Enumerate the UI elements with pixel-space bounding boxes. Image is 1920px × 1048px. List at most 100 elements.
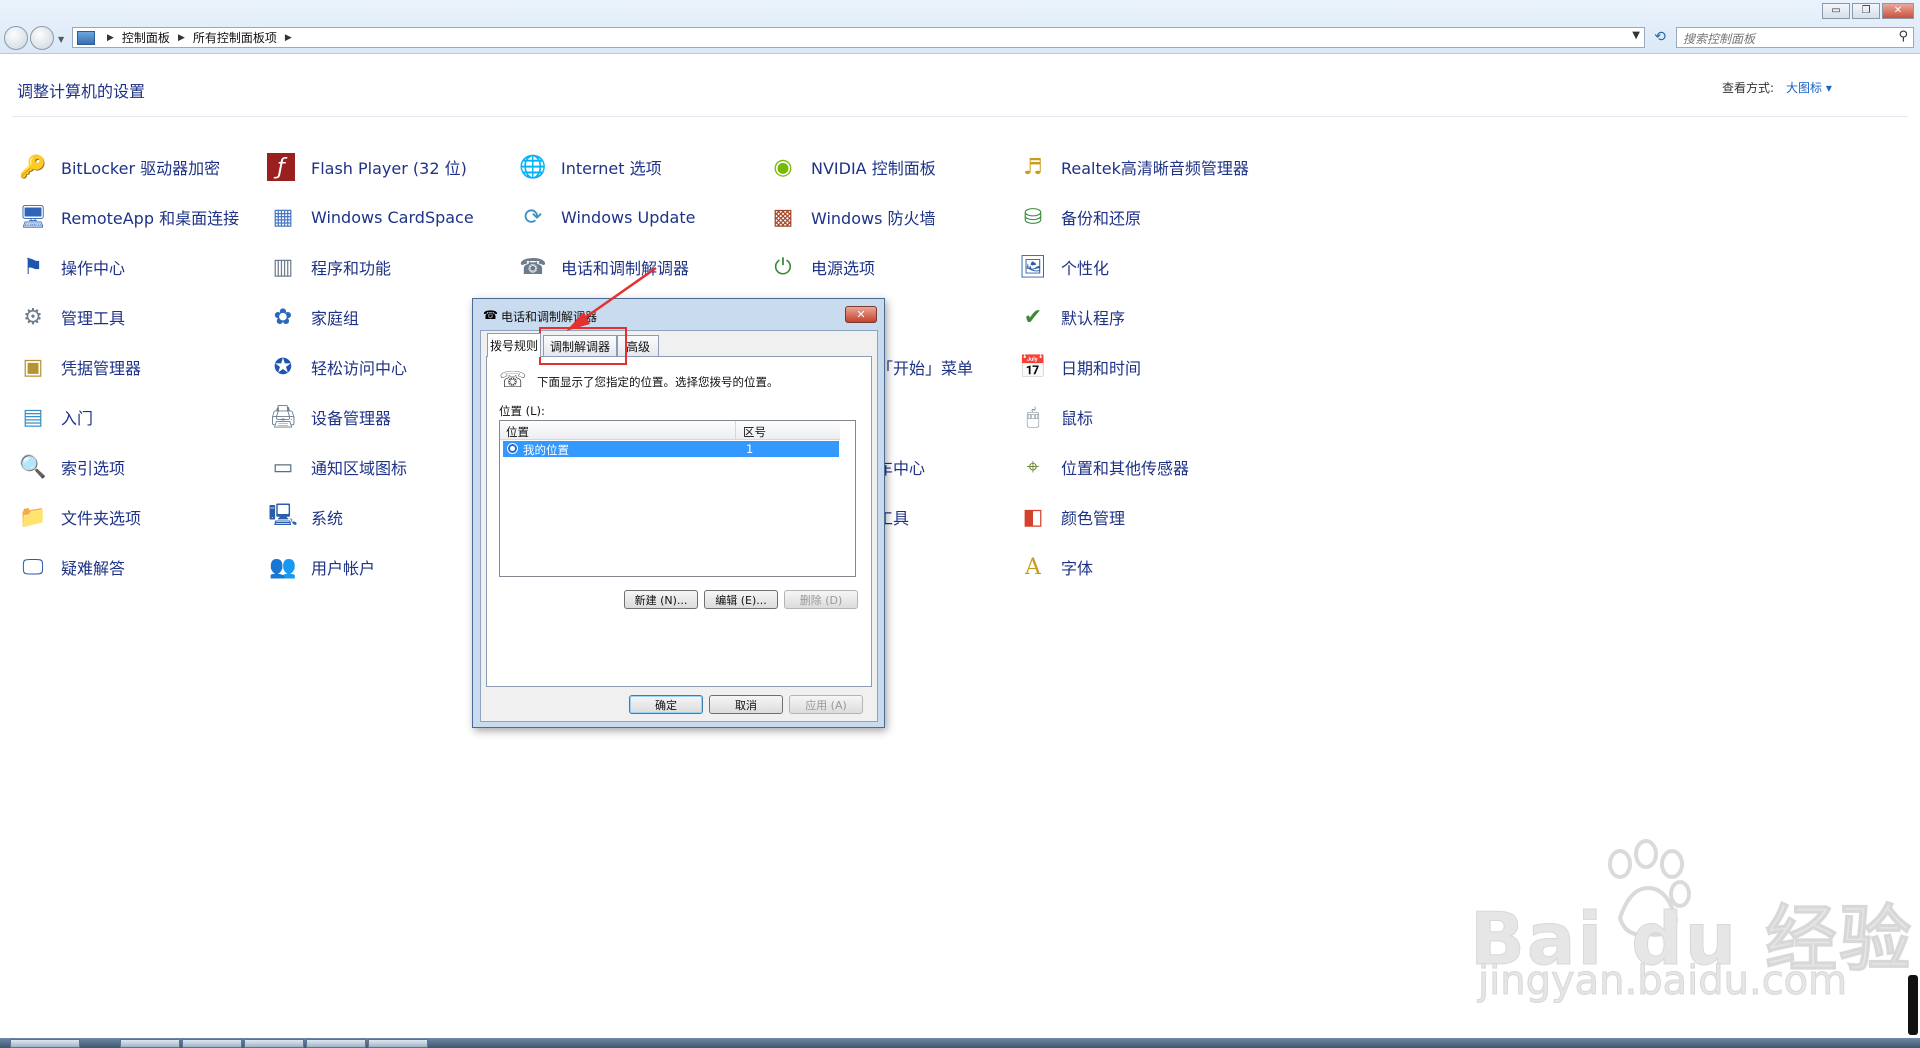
dialog-close-button[interactable]: ✕	[845, 306, 877, 323]
search-box[interactable]: ⚲	[1676, 27, 1914, 49]
accessibility-icon: ✪	[273, 354, 293, 380]
recent-pages-dropdown-icon[interactable]: ▼	[58, 35, 64, 44]
breadcrumb-chevron-icon[interactable]: ▶	[285, 33, 292, 43]
item-label: 个性化	[1061, 259, 1110, 278]
breadcrumb-all-items[interactable]: 所有控制面板项	[193, 29, 277, 46]
item-personalization[interactable]: 🖼 个性化	[1017, 250, 1109, 284]
new-location-button[interactable]: 新建 (N)...	[624, 590, 698, 609]
dialog-body: 拨号规则 调制解调器 高级 ☏ 下面显示了您指定的位置。选择您拨号的位置。 位置…	[480, 330, 878, 722]
dialing-description: 下面显示了您指定的位置。选择您拨号的位置。	[537, 375, 779, 389]
taskbar-app-button[interactable]	[120, 1039, 180, 1048]
item-remoteapp[interactable]: 🖥 RemoteApp 和桌面连接	[17, 200, 239, 234]
item-programs-features[interactable]: ▥ 程序和功能	[267, 250, 391, 284]
item-label: Realtek高清晰音频管理器	[1061, 159, 1249, 178]
tab-dialing-rules[interactable]: 拨号规则	[487, 333, 541, 357]
ok-button[interactable]: 确定	[629, 695, 703, 714]
close-window-button[interactable]: ✕	[1882, 3, 1914, 19]
item-folder-options[interactable]: 📁 文件夹选项	[17, 500, 141, 534]
item-label: 位置和其他传感器	[1061, 459, 1190, 478]
item-windows-update[interactable]: ⟳ Windows Update	[517, 200, 696, 234]
item-mouse[interactable]: 🖱 鼠标	[1017, 400, 1093, 434]
mouse-icon: 🖱	[1026, 404, 1040, 430]
breadcrumb-chevron-icon[interactable]: ▶	[107, 33, 114, 43]
control-panel-icon	[77, 30, 95, 45]
column-header-location[interactable]: 位置	[506, 424, 529, 440]
forward-button[interactable]	[30, 26, 54, 50]
breadcrumb-chevron-icon[interactable]: ▶	[178, 33, 185, 43]
column-divider[interactable]	[735, 421, 736, 440]
taskbar-app-button[interactable]	[368, 1039, 428, 1048]
nvidia-icon: ◉	[773, 154, 793, 180]
list-item[interactable]: 我的位置 1	[503, 441, 839, 457]
troubleshoot-monitor-icon: 🖵	[22, 554, 44, 580]
selected-radio-icon[interactable]	[507, 443, 518, 454]
folder-icon: 📁	[19, 504, 47, 530]
annotation-arrow-icon	[566, 266, 657, 331]
edit-location-button[interactable]: 编辑 (E)...	[704, 590, 778, 609]
item-nvidia[interactable]: ◉ NVIDIA 控制面板	[767, 150, 936, 184]
refresh-button[interactable]: ⟲	[1649, 27, 1671, 48]
item-label: 电源选项	[811, 259, 876, 278]
minimize-button[interactable]: ▭	[1822, 3, 1850, 19]
search-input[interactable]	[1677, 29, 1887, 49]
item-getting-started[interactable]: ▤ 入门	[17, 400, 93, 434]
globe-icon: 🌐	[519, 154, 547, 180]
item-color-management[interactable]: ◧ 颜色管理	[1017, 500, 1125, 534]
power-icon: ⏻	[774, 254, 792, 280]
item-start-menu[interactable]: 「开始」菜单	[877, 350, 973, 384]
homegroup-icon: ✿	[273, 304, 293, 330]
item-internet-options[interactable]: 🌐 Internet 选项	[517, 150, 661, 184]
watermark-url: jingyan.baidu.com	[1477, 958, 1848, 1005]
item-admin-tools[interactable]: ⚙ 管理工具	[17, 300, 125, 334]
scrollbar-handle[interactable]	[1908, 975, 1918, 1035]
item-homegroup[interactable]: ✿ 家庭组	[267, 300, 359, 334]
item-label: NVIDIA 控制面板	[811, 159, 936, 178]
system-monitor-icon: 🖳	[268, 503, 298, 528]
item-troubleshooting[interactable]: 🖵 疑难解答	[17, 550, 125, 584]
item-date-time[interactable]: 📅 日期和时间	[1017, 350, 1141, 384]
item-action-center[interactable]: ⚑ 操作中心	[17, 250, 125, 284]
taskbar-app-button[interactable]	[182, 1039, 242, 1048]
back-button[interactable]	[4, 26, 28, 50]
item-fonts[interactable]: A 字体	[1017, 550, 1093, 584]
item-realtek-audio[interactable]: ♬ Realtek高清晰音频管理器	[1017, 150, 1249, 184]
item-device-manager[interactable]: 🖨 设备管理器	[267, 400, 391, 434]
item-notification-icons[interactable]: ▭ 通知区域图标	[267, 450, 407, 484]
item-credential-manager[interactable]: ▣ 凭据管理器	[17, 350, 141, 384]
search-icon[interactable]: ⚲	[1898, 29, 1908, 44]
phone-modem-icon: ☎	[519, 254, 547, 280]
item-label: 索引选项	[61, 459, 126, 478]
users-icon: 👥	[269, 554, 297, 580]
item-power-options[interactable]: ⏻ 电源选项	[767, 250, 875, 284]
start-button[interactable]	[10, 1039, 80, 1048]
taskbar-app-button[interactable]	[244, 1039, 304, 1048]
item-default-programs[interactable]: ✔ 默认程序	[1017, 300, 1125, 334]
breadcrumb-control-panel[interactable]: 控制面板	[122, 29, 170, 46]
apply-button[interactable]: 应用 (A)	[789, 695, 863, 714]
delete-location-button[interactable]: 删除 (D)	[784, 590, 858, 609]
item-bitlocker[interactable]: 🔑 BitLocker 驱动器加密	[17, 150, 220, 184]
device-manager-icon: 🖨	[269, 404, 297, 430]
item-ease-of-access[interactable]: ✪ 轻松访问中心	[267, 350, 407, 384]
item-label: 通知区域图标	[311, 459, 408, 478]
item-label: 操作中心	[61, 259, 126, 278]
flash-icon: ƒ	[267, 153, 295, 181]
address-bar[interactable]: ▶ 控制面板 ▶ 所有控制面板项 ▶ ▼	[72, 27, 1645, 48]
cancel-button[interactable]: 取消	[709, 695, 783, 714]
item-firewall[interactable]: ▩ Windows 防火墙	[767, 200, 936, 234]
item-indexing-options[interactable]: 🔍 索引选项	[17, 450, 125, 484]
firewall-icon: ▩	[772, 204, 794, 230]
taskbar-app-button[interactable]	[306, 1039, 366, 1048]
view-by-dropdown[interactable]: 大图标 ▾	[1786, 79, 1832, 96]
item-system[interactable]: 🖳 系统	[267, 500, 343, 534]
item-user-accounts[interactable]: 👥 用户帐户	[267, 550, 375, 584]
item-backup-restore[interactable]: ⛁ 备份和还原	[1017, 200, 1141, 234]
item-location-sensors[interactable]: ⌖ 位置和其他传感器	[1017, 450, 1189, 484]
sensor-icon: ⌖	[1026, 454, 1040, 480]
item-cardspace[interactable]: ▦ Windows CardSpace	[267, 200, 474, 234]
locations-list[interactable]: 位置 区号 我的位置 1	[499, 420, 856, 577]
address-dropdown-icon[interactable]: ▼	[1632, 30, 1640, 41]
column-header-area-code[interactable]: 区号	[743, 424, 766, 440]
item-flash-player[interactable]: ƒ Flash Player (32 位)	[267, 150, 467, 184]
maximize-button[interactable]: ❐	[1852, 3, 1880, 19]
